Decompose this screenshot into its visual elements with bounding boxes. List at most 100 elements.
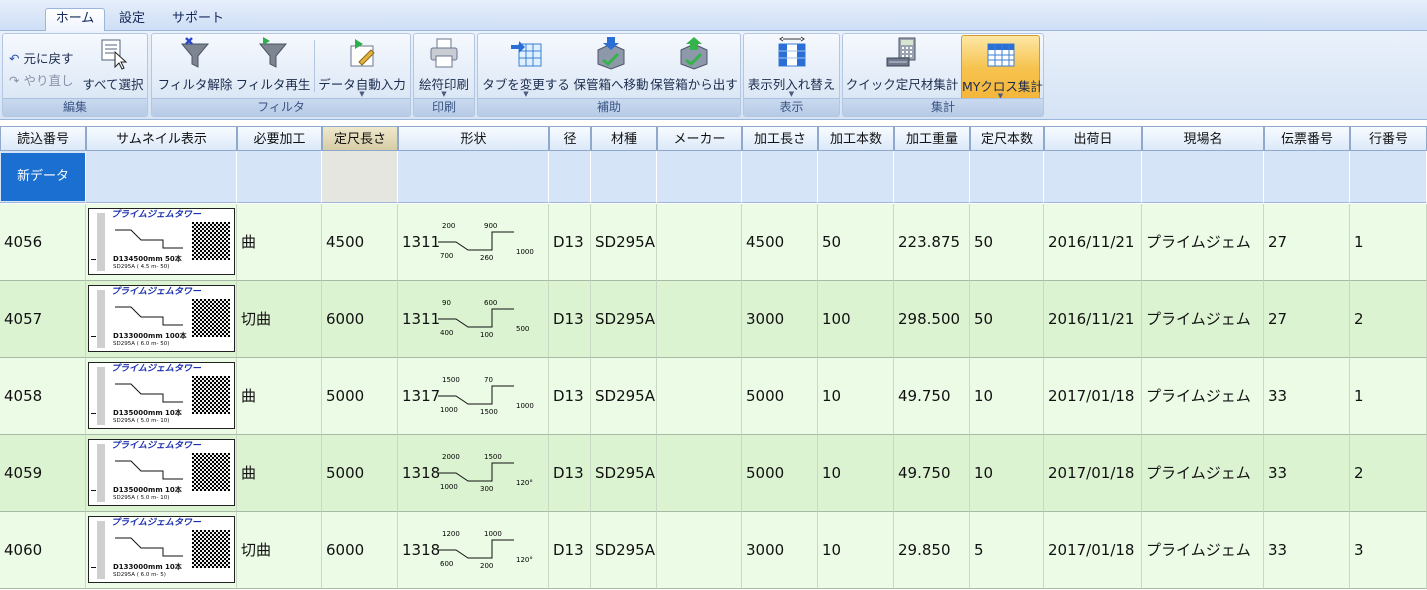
cell-shape[interactable]: 1311 90 600 400 100 500 bbox=[398, 281, 549, 358]
swap-columns-button[interactable]: 表示列入れ替え ▼ bbox=[746, 34, 837, 98]
cell-site[interactable]: プライムジェム bbox=[1142, 512, 1264, 589]
cell-id[interactable]: 4059 bbox=[0, 435, 86, 512]
undo-button[interactable]: ↶ 元に戻す bbox=[9, 48, 89, 67]
cell-id[interactable]: 4056 bbox=[0, 204, 86, 281]
cell-process[interactable]: 切曲 bbox=[237, 512, 322, 589]
column-header-std-count[interactable]: 定尺本数 bbox=[970, 126, 1044, 151]
column-header-material[interactable]: 材種 bbox=[591, 126, 657, 151]
tab-home[interactable]: ホーム bbox=[45, 8, 105, 31]
cell-slip[interactable]: 27 bbox=[1264, 281, 1350, 358]
column-header-weight[interactable]: 加工重量 bbox=[894, 126, 970, 151]
cell-weight[interactable]: 49.750 bbox=[894, 435, 970, 512]
cell-dia[interactable]: D13 bbox=[549, 512, 591, 589]
cell-weight[interactable]: 223.875 bbox=[894, 204, 970, 281]
cell-site[interactable]: プライムジェム bbox=[1142, 281, 1264, 358]
cell-material[interactable]: SD295A bbox=[591, 204, 657, 281]
cell-std-len[interactable]: 5000 bbox=[322, 358, 398, 435]
column-header-diameter[interactable]: 径 bbox=[549, 126, 591, 151]
cell-material[interactable]: SD295A bbox=[591, 512, 657, 589]
cell-std-count[interactable]: 10 bbox=[970, 435, 1044, 512]
column-header-slip-no[interactable]: 伝票番号 bbox=[1264, 126, 1350, 151]
cell-std-count[interactable]: 50 bbox=[970, 204, 1044, 281]
cell-proc-count[interactable]: 10 bbox=[818, 435, 894, 512]
cell-process[interactable]: 曲 bbox=[237, 435, 322, 512]
move-to-storage-button[interactable]: 保管箱へ移動 bbox=[572, 34, 650, 94]
my-cross-summary-button[interactable]: MYクロス集計 ▼ bbox=[961, 35, 1043, 101]
quick-summary-button[interactable]: クイック定尺材集計 bbox=[845, 34, 959, 94]
cell-dia[interactable]: D13 bbox=[549, 435, 591, 512]
filter-replay-button[interactable]: フィルタ再生 bbox=[234, 34, 312, 94]
column-header-process[interactable]: 必要加工 bbox=[237, 126, 322, 151]
cell-line[interactable]: 3 bbox=[1350, 512, 1427, 589]
cell-line[interactable]: 2 bbox=[1350, 281, 1427, 358]
cell-line[interactable]: 2 bbox=[1350, 435, 1427, 512]
new-data-label[interactable]: 新データ bbox=[1, 153, 85, 201]
cell-proc-len[interactable]: 5000 bbox=[742, 435, 818, 512]
cell-dia[interactable]: D13 bbox=[549, 204, 591, 281]
cell-ship-date[interactable]: 2017/01/18 bbox=[1044, 512, 1142, 589]
cell-maker[interactable] bbox=[657, 435, 742, 512]
cell-std-count[interactable]: 50 bbox=[970, 281, 1044, 358]
filter-clear-button[interactable]: フィルタ解除 bbox=[156, 34, 234, 94]
cell-std-len[interactable]: 6000 bbox=[322, 281, 398, 358]
cell-slip[interactable]: 33 bbox=[1264, 358, 1350, 435]
cell-id[interactable]: 4057 bbox=[0, 281, 86, 358]
cell-proc-len[interactable]: 3000 bbox=[742, 512, 818, 589]
cell-material[interactable]: SD295A bbox=[591, 281, 657, 358]
column-header-thumbnail[interactable]: サムネイル表示 bbox=[86, 126, 237, 151]
cell-slip[interactable]: 27 bbox=[1264, 204, 1350, 281]
cell-thumbnail[interactable]: プライムジェムタワー D135000mm 10本 SD295A ( 5.0 m- 1… bbox=[86, 435, 237, 512]
redo-button[interactable]: ↷ やり直し bbox=[9, 70, 89, 89]
cell-material[interactable]: SD295A bbox=[591, 358, 657, 435]
cell-maker[interactable] bbox=[657, 281, 742, 358]
cell-id[interactable]: 4058 bbox=[0, 358, 86, 435]
tag-print-button[interactable]: 絵符印刷 ▼ bbox=[416, 34, 472, 98]
cell-weight[interactable]: 49.750 bbox=[894, 358, 970, 435]
cell-maker[interactable] bbox=[657, 512, 742, 589]
cell-site[interactable]: プライムジェム bbox=[1142, 358, 1264, 435]
cell-proc-count[interactable]: 50 bbox=[818, 204, 894, 281]
cell-std-len[interactable]: 4500 bbox=[322, 204, 398, 281]
column-header-site[interactable]: 現場名 bbox=[1142, 126, 1264, 151]
column-header-proc-count[interactable]: 加工本数 bbox=[818, 126, 894, 151]
cell-site[interactable]: プライムジェム bbox=[1142, 435, 1264, 512]
cell-dia[interactable]: D13 bbox=[549, 281, 591, 358]
cell-slip[interactable]: 33 bbox=[1264, 512, 1350, 589]
column-header-read-no[interactable]: 読込番号 bbox=[0, 126, 86, 151]
cell-thumbnail[interactable]: プライムジェムタワー D135000mm 10本 SD295A ( 5.0 m- 1… bbox=[86, 358, 237, 435]
cell-thumbnail[interactable]: プライムジェムタワー D133000mm 100本 SD295A ( 6.0 m- … bbox=[86, 281, 237, 358]
cell-weight[interactable]: 29.850 bbox=[894, 512, 970, 589]
cell-ship-date[interactable]: 2017/01/18 bbox=[1044, 358, 1142, 435]
select-all-button[interactable]: すべて選択 bbox=[81, 34, 145, 94]
cell-id[interactable]: 4060 bbox=[0, 512, 86, 589]
cell-process[interactable]: 曲 bbox=[237, 358, 322, 435]
cell-weight[interactable]: 298.500 bbox=[894, 281, 970, 358]
column-header-proc-length[interactable]: 加工長さ bbox=[742, 126, 818, 151]
cell-proc-count[interactable]: 10 bbox=[818, 512, 894, 589]
change-tab-button[interactable]: タブを変更する ▼ bbox=[480, 34, 572, 98]
cell-maker[interactable] bbox=[657, 358, 742, 435]
cell-line[interactable]: 1 bbox=[1350, 204, 1427, 281]
cell-process[interactable]: 切曲 bbox=[237, 281, 322, 358]
column-header-shape[interactable]: 形状 bbox=[398, 126, 549, 151]
cell-thumbnail[interactable]: プライムジェムタワー D133000mm 10本 SD295A ( 6.0 m- 5… bbox=[86, 512, 237, 589]
cell-maker[interactable] bbox=[657, 204, 742, 281]
cell-proc-len[interactable]: 5000 bbox=[742, 358, 818, 435]
take-from-storage-button[interactable]: 保管箱から出す bbox=[650, 34, 738, 94]
column-header-maker[interactable]: メーカー bbox=[657, 126, 742, 151]
cell-site[interactable]: プライムジェム bbox=[1142, 204, 1264, 281]
cell-shape[interactable]: 1318 1200 1000 600 200 120° bbox=[398, 512, 549, 589]
cell-std-len[interactable]: 6000 bbox=[322, 512, 398, 589]
auto-input-button[interactable]: データ自動入力 ▼ bbox=[316, 34, 408, 98]
cell-thumbnail[interactable]: プライムジェムタワー D134500mm 50本 SD295A ( 4.5 m- 5… bbox=[86, 204, 237, 281]
cell-std-count[interactable]: 5 bbox=[970, 512, 1044, 589]
column-header-std-length[interactable]: 定尺長さ bbox=[322, 126, 398, 151]
cell-proc-count[interactable]: 100 bbox=[818, 281, 894, 358]
cell-proc-len[interactable]: 3000 bbox=[742, 281, 818, 358]
tab-settings[interactable]: 設定 bbox=[112, 9, 152, 29]
cell-slip[interactable]: 33 bbox=[1264, 435, 1350, 512]
cell-std-count[interactable]: 10 bbox=[970, 358, 1044, 435]
cell-ship-date[interactable]: 2016/11/21 bbox=[1044, 204, 1142, 281]
cell-std-len[interactable]: 5000 bbox=[322, 435, 398, 512]
cell-shape[interactable]: 1311 200 900 700 260 1000 bbox=[398, 204, 549, 281]
